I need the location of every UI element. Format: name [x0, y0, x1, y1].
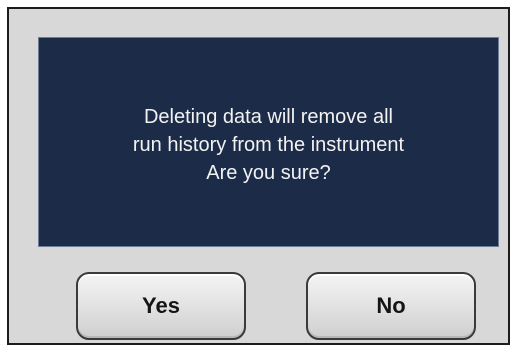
no-button-label: No: [376, 293, 406, 318]
yes-button[interactable]: Yes: [76, 272, 246, 340]
no-button[interactable]: No: [306, 272, 476, 340]
yes-button-label: Yes: [142, 293, 180, 318]
confirm-delete-dialog: Deleting data will remove all run histor…: [7, 7, 510, 345]
message-panel: Deleting data will remove all run histor…: [38, 37, 499, 247]
message-line-3: Are you sure?: [206, 162, 331, 184]
message-line-2: run history from the instrument: [132, 134, 405, 156]
confirmation-message: Deleting data will remove all run histor…: [133, 97, 404, 187]
message-line-1: Deleting data will remove all: [143, 106, 393, 128]
